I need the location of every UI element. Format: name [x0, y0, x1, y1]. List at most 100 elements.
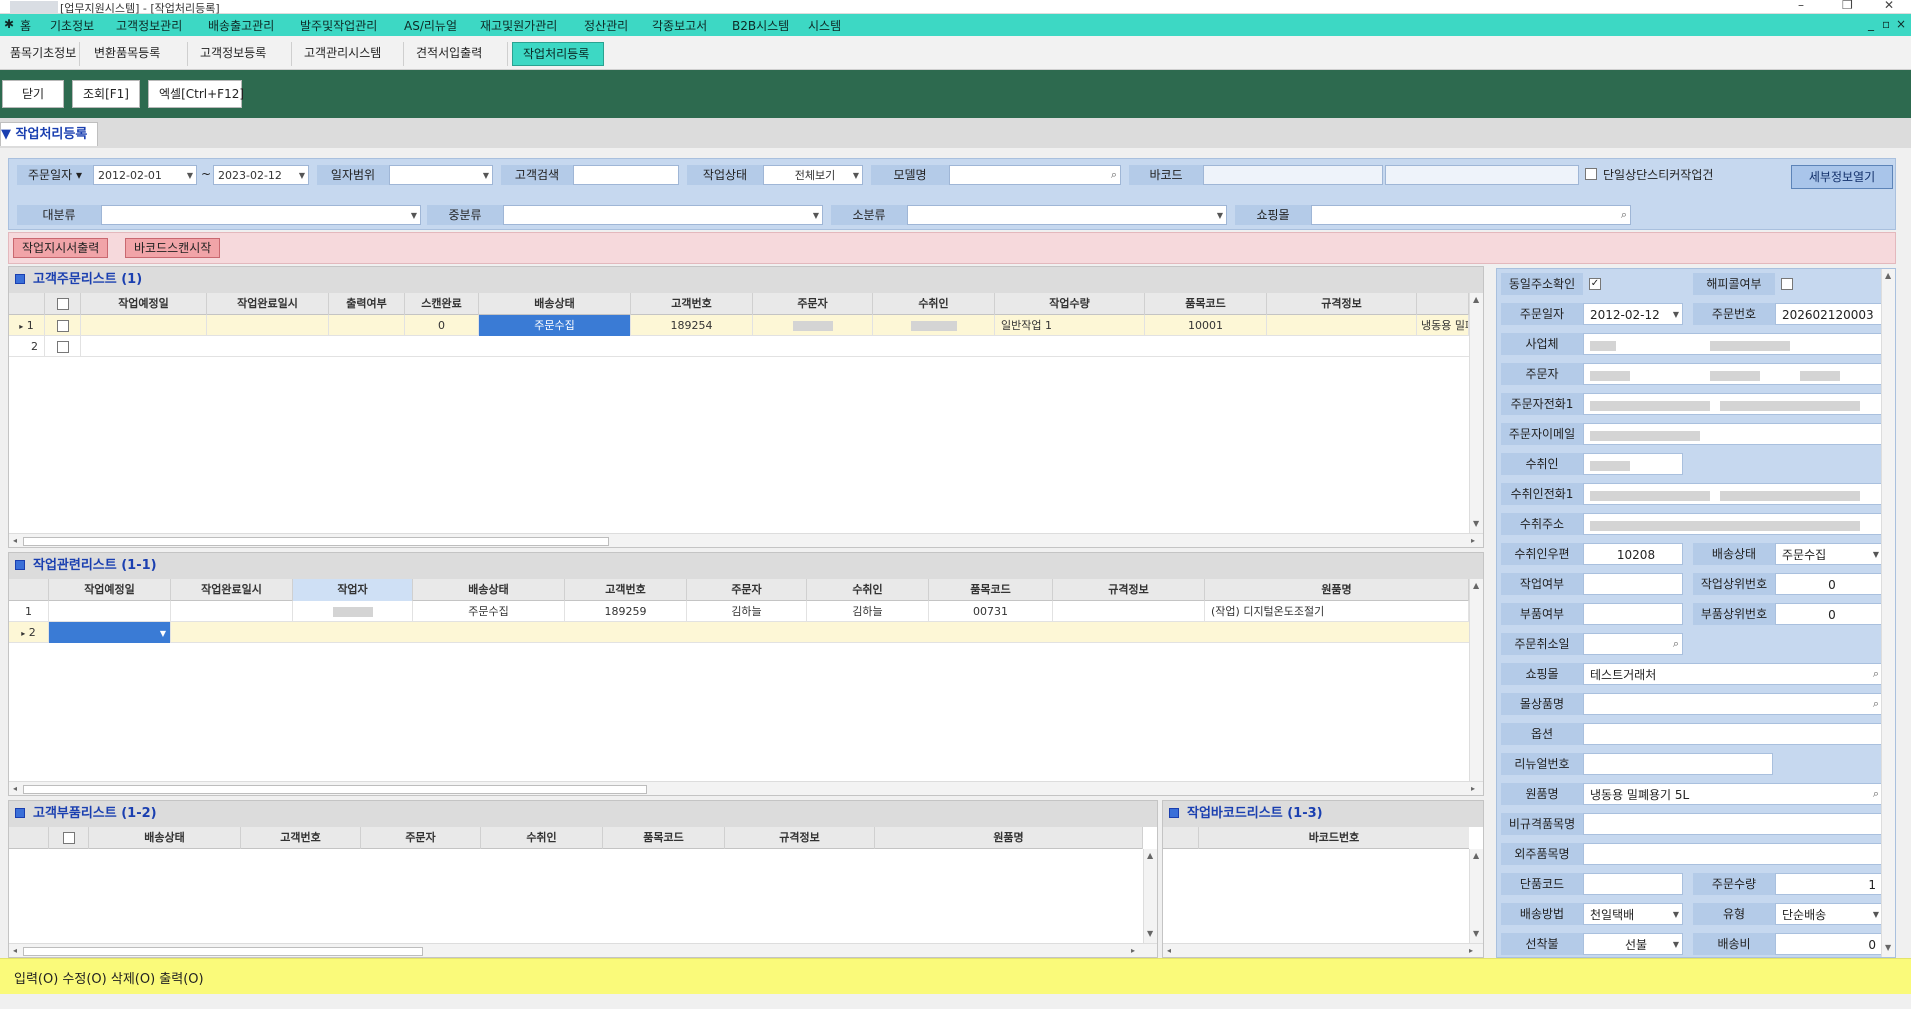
col-orderer[interactable]: 주문자	[753, 293, 873, 315]
scrollbar-thumb[interactable]	[23, 537, 609, 546]
col-work-qty[interactable]: 작업수량	[995, 293, 1145, 315]
horizontal-scrollbar[interactable]: ◂ ▸	[9, 533, 1483, 547]
nonstd-name-field[interactable]	[1583, 813, 1883, 835]
part-yn-field[interactable]	[1583, 603, 1683, 625]
unit-code-field[interactable]	[1583, 873, 1683, 895]
mall-field[interactable]: 테스트거래처 ⌕	[1583, 663, 1883, 685]
col-scan-done[interactable]: 스캔완료	[405, 293, 479, 315]
menu-item-system[interactable]: 시스템	[808, 17, 841, 34]
cell-print-yn[interactable]	[329, 315, 405, 336]
col-customer-no[interactable]: 고객번호	[565, 579, 687, 601]
col-item-code[interactable]: 품목코드	[929, 579, 1053, 601]
scroll-left-icon[interactable]: ◂	[13, 946, 17, 955]
tab-conversion[interactable]: 변환품목등록	[84, 42, 188, 66]
col-work-done-time[interactable]: 작업완료일시	[207, 293, 329, 315]
receiver-address-field[interactable]	[1583, 513, 1883, 535]
print-instructions-button[interactable]: 작업지시서출력	[13, 238, 109, 258]
col-spec[interactable]: 규격정보	[1053, 579, 1205, 601]
panel-collapse-icon[interactable]	[15, 808, 25, 818]
col-ship-status[interactable]: 배송상태	[479, 293, 631, 315]
work-status-select[interactable]: 전체보기 ▼	[763, 165, 863, 185]
ship-status-select[interactable]: 주문수집 ▼	[1775, 543, 1883, 565]
col-receiver[interactable]: 수취인	[481, 827, 603, 849]
col-orderer[interactable]: 주문자	[361, 827, 481, 849]
minor-category-select[interactable]: ▼	[907, 205, 1227, 225]
panel-collapse-icon[interactable]	[1169, 808, 1179, 818]
renewal-no-field[interactable]	[1583, 753, 1773, 775]
empty-row-cells[interactable]	[171, 622, 1469, 643]
scroll-right-icon[interactable]: ▸	[1469, 946, 1473, 955]
scrollbar-thumb[interactable]	[23, 947, 423, 956]
vertical-scrollbar[interactable]: ▲ ▼	[1143, 849, 1157, 943]
minimize-window-button[interactable]: –	[1798, 0, 1804, 12]
menu-item-home[interactable]: 홈	[20, 17, 31, 34]
ship-status-dropdown-icon[interactable]: ▼	[1873, 544, 1879, 564]
ship-fee-field[interactable]: 0	[1775, 933, 1883, 955]
freight-dropdown-icon[interactable]: ▼	[1673, 934, 1679, 954]
scroll-right-icon[interactable]: ▸	[1471, 536, 1475, 545]
scroll-down-icon[interactable]: ▼	[1473, 519, 1479, 528]
col-receiver[interactable]: 수취인	[807, 579, 929, 601]
maximize-window-button[interactable]: ❐	[1842, 0, 1853, 12]
col-receiver[interactable]: 수취인	[873, 293, 995, 315]
orderer-field[interactable]	[1583, 363, 1883, 385]
excel-button[interactable]: 엑셀[Ctrl+F12]	[148, 80, 244, 108]
mdi-restore-icon[interactable]: ▫	[1882, 17, 1890, 31]
start-barcode-scan-button[interactable]: 바코드스캔시작	[125, 238, 221, 258]
scroll-up-icon[interactable]: ▲	[1473, 295, 1479, 304]
major-category-select[interactable]: ▼	[101, 205, 421, 225]
col-work-plan-date[interactable]: 작업예정일	[49, 579, 171, 601]
scroll-up-icon[interactable]: ▲	[1473, 851, 1479, 860]
middle-category-dropdown-icon[interactable]: ▼	[813, 206, 819, 224]
barcode-input-2[interactable]	[1385, 165, 1579, 185]
barcode-input[interactable]	[1203, 165, 1383, 185]
cell-ship-status[interactable]: 주문수집	[479, 315, 631, 336]
close-window-button[interactable]: ✕	[1884, 0, 1894, 12]
work-yn-field[interactable]	[1583, 573, 1683, 595]
col-orderer[interactable]: 주문자	[687, 579, 807, 601]
cell-original-name[interactable]: (작업) 디지털온도조절기	[1205, 601, 1469, 622]
business-field[interactable]	[1583, 333, 1883, 355]
select-all-checkbox[interactable]	[62, 832, 75, 844]
scrollbar-thumb[interactable]	[23, 785, 647, 794]
row-checkbox[interactable]	[56, 320, 69, 332]
cell-work-plan-date[interactable]	[81, 315, 207, 336]
close-button[interactable]: 닫기	[2, 80, 64, 108]
type-dropdown-icon[interactable]: ▼	[1873, 904, 1879, 924]
middle-category-select[interactable]: ▼	[503, 205, 823, 225]
date-dropdown-icon[interactable]: ▼	[160, 629, 166, 638]
row-checkbox[interactable]	[56, 341, 69, 353]
tab-item-basic[interactable]: 품목기초정보	[0, 42, 80, 66]
scroll-left-icon[interactable]: ◂	[1167, 946, 1171, 955]
ship-method-select[interactable]: 천일택배 ▼	[1583, 903, 1683, 925]
order-date-field[interactable]: 2012-02-12 ▼	[1583, 303, 1683, 325]
type-select[interactable]: 단순배송 ▼	[1775, 903, 1883, 925]
menu-item-customer[interactable]: 고객정보관리	[116, 17, 182, 34]
menu-item-shipping[interactable]: 배송출고관리	[208, 17, 274, 34]
table-row[interactable]: ▸ 1 0 주문수집 189254 일반작업 1 10001 냉동용 밀폐	[9, 315, 1469, 336]
col-customer-no[interactable]: 고객번호	[631, 293, 753, 315]
date-range-dropdown-icon[interactable]: ▼	[483, 166, 489, 184]
table-row[interactable]: 2	[9, 336, 1469, 357]
option-field[interactable]	[1583, 723, 1883, 745]
original-name-field[interactable]: 냉동용 밀폐용기 5L ⌕	[1583, 783, 1883, 805]
mall-product-search-icon[interactable]: ⌕	[1873, 694, 1879, 714]
mall-search-icon[interactable]: ⌕	[1621, 206, 1627, 224]
date-range-select[interactable]: ▼	[389, 165, 493, 185]
menu-item-inventory[interactable]: 재고및원가관리	[480, 17, 557, 34]
receiver-zip-field[interactable]: 10208	[1583, 543, 1683, 565]
mdi-minimize-icon[interactable]: _	[1868, 17, 1874, 31]
mall-product-field[interactable]: ⌕	[1583, 693, 1883, 715]
scroll-left-icon[interactable]: ◂	[13, 536, 17, 545]
scroll-up-icon[interactable]: ▲	[1147, 851, 1153, 860]
model-input[interactable]: ⌕	[949, 165, 1121, 185]
detail-open-button[interactable]: 세부정보열기	[1791, 165, 1893, 189]
col-original-name[interactable]: 원품명	[875, 827, 1143, 849]
col-worker[interactable]: 작업자	[293, 579, 413, 601]
menu-item-settlement[interactable]: 정산관리	[584, 17, 628, 34]
vertical-scrollbar[interactable]: ▲ ▼	[1469, 849, 1483, 943]
order-date-dropdown-icon[interactable]: ▼	[1673, 304, 1679, 324]
mall-search-icon[interactable]: ⌕	[1873, 664, 1879, 684]
receiver-field[interactable]	[1583, 453, 1683, 475]
vertical-scrollbar[interactable]: ▲ ▼	[1469, 293, 1483, 533]
